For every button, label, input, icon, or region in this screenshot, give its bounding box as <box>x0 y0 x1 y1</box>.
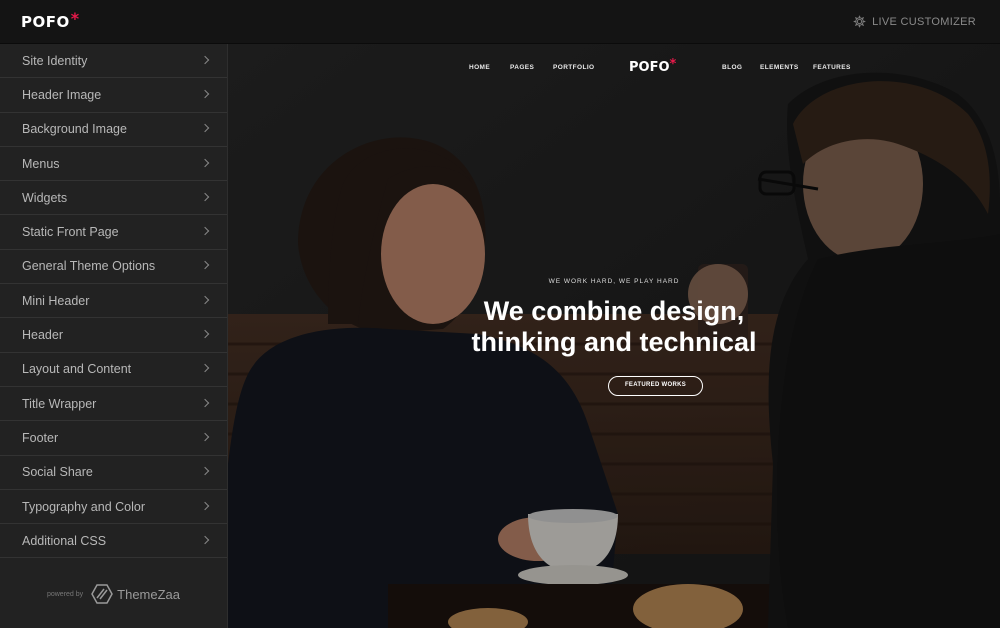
sidebar-item-label: Menus <box>22 156 60 171</box>
chevron-right-icon <box>201 261 211 271</box>
chevron-right-icon <box>201 227 211 237</box>
nav-portfolio-link[interactable]: PORTFOLIO <box>553 58 595 78</box>
customizer-topbar: POFO* LIVE CUSTOMIZER <box>0 0 1000 44</box>
featured-works-button[interactable]: FEATURED WORKS <box>608 376 703 396</box>
themezaa-mark-icon <box>91 584 114 604</box>
chevron-right-icon <box>201 502 211 512</box>
sidebar-item-title-wrapper[interactable]: Title Wrapper <box>0 387 227 422</box>
sidebar-item-label: Header Image <box>22 87 102 102</box>
chevron-right-icon <box>201 467 211 477</box>
chevron-right-icon <box>201 159 211 169</box>
powered-by-label: powered by <box>46 590 84 598</box>
nav-pages-link[interactable]: PAGES <box>510 58 534 78</box>
themezaa-logo[interactable]: ThemeZaa <box>91 584 180 604</box>
brand-name: POFO <box>21 13 70 31</box>
preview-navigation: HOME PAGES PORTFOLIO POFO* BLOG ELEMENTS… <box>228 57 1000 78</box>
sidebar-item-site-identity[interactable]: Site Identity <box>0 44 227 79</box>
sidebar-item-header[interactable]: Header <box>0 318 227 353</box>
preview-logo[interactable]: POFO* <box>629 57 677 78</box>
nav-features-link[interactable]: FEATURES <box>813 58 851 78</box>
chevron-right-icon <box>201 536 211 546</box>
sidebar-item-label: Social Share <box>22 465 93 480</box>
sidebar-item-layout-and-content[interactable]: Layout and Content <box>0 353 227 387</box>
chevron-right-icon <box>201 193 211 203</box>
hero-tagline: WE WORK HARD, WE PLAY HARD <box>548 278 680 285</box>
sidebar-item-label: Footer <box>22 430 59 445</box>
sidebar-item-social-share[interactable]: Social Share <box>0 456 227 490</box>
sidebar-item-label: Additional CSS <box>22 533 107 548</box>
chevron-right-icon <box>201 330 211 340</box>
sidebar-item-header-image[interactable]: Header Image <box>0 78 227 113</box>
sidebar-item-typography-and-color[interactable]: Typography and Color <box>0 490 227 525</box>
preview-logo-mark: * <box>669 57 677 72</box>
preview-logo-text: POFO <box>629 60 670 75</box>
vendor-name: ThemeZaa <box>117 586 181 602</box>
sidebar-item-label: General Theme Options <box>22 259 156 274</box>
gear-icon <box>853 15 866 28</box>
sidebar-item-label: Static Front Page <box>22 225 119 240</box>
nav-blog-link[interactable]: BLOG <box>722 58 742 78</box>
chevron-right-icon <box>201 56 211 66</box>
site-preview: HOME PAGES PORTFOLIO POFO* BLOG ELEMENTS… <box>228 44 1000 628</box>
chevron-right-icon <box>201 90 211 100</box>
sidebar-item-label: Typography and Color <box>22 499 145 514</box>
hero-headline-line-1: We combine design, <box>483 296 745 326</box>
live-customizer-label: LIVE CUSTOMIZER <box>872 15 976 28</box>
sidebar-item-widgets[interactable]: Widgets <box>0 181 227 216</box>
chevron-right-icon <box>201 399 211 409</box>
brand-logo[interactable]: POFO* <box>21 9 80 31</box>
sidebar-item-label: Title Wrapper <box>22 396 97 411</box>
sidebar-item-label: Background Image <box>22 122 127 137</box>
sidebar-item-footer[interactable]: Footer <box>0 421 227 456</box>
sidebar-item-label: Mini Header <box>22 293 90 308</box>
chevron-right-icon <box>201 433 211 443</box>
sidebar-item-static-front-page[interactable]: Static Front Page <box>0 215 227 250</box>
sidebar-item-menus[interactable]: Menus <box>0 147 227 182</box>
sidebar-item-label: Header <box>22 328 63 343</box>
sidebar-item-label: Widgets <box>22 190 68 205</box>
hero-headline: We combine design, thinking and technica… <box>228 296 1000 358</box>
sidebar-item-general-theme-options[interactable]: General Theme Options <box>0 250 227 285</box>
sidebar-item-background-image[interactable]: Background Image <box>0 113 227 147</box>
sidebar-item-additional-css[interactable]: Additional CSS <box>0 524 227 559</box>
chevron-right-icon <box>201 364 211 374</box>
brand-mark: * <box>70 9 80 28</box>
live-customizer-button[interactable]: LIVE CUSTOMIZER <box>853 15 976 28</box>
sidebar-item-label: Layout and Content <box>22 362 132 377</box>
chevron-right-icon <box>201 296 211 306</box>
powered-by-footer: powered by ThemeZaa <box>0 560 227 628</box>
nav-elements-link[interactable]: ELEMENTS <box>760 58 799 78</box>
sidebar-item-mini-header[interactable]: Mini Header <box>0 284 227 319</box>
hero-headline-line-2: thinking and technical <box>471 327 757 357</box>
customizer-sidebar: Site Identity Header Image Background Im… <box>0 44 228 628</box>
nav-home-link[interactable]: HOME <box>469 58 490 78</box>
chevron-right-icon <box>201 124 211 134</box>
sidebar-item-label: Site Identity <box>22 53 88 68</box>
